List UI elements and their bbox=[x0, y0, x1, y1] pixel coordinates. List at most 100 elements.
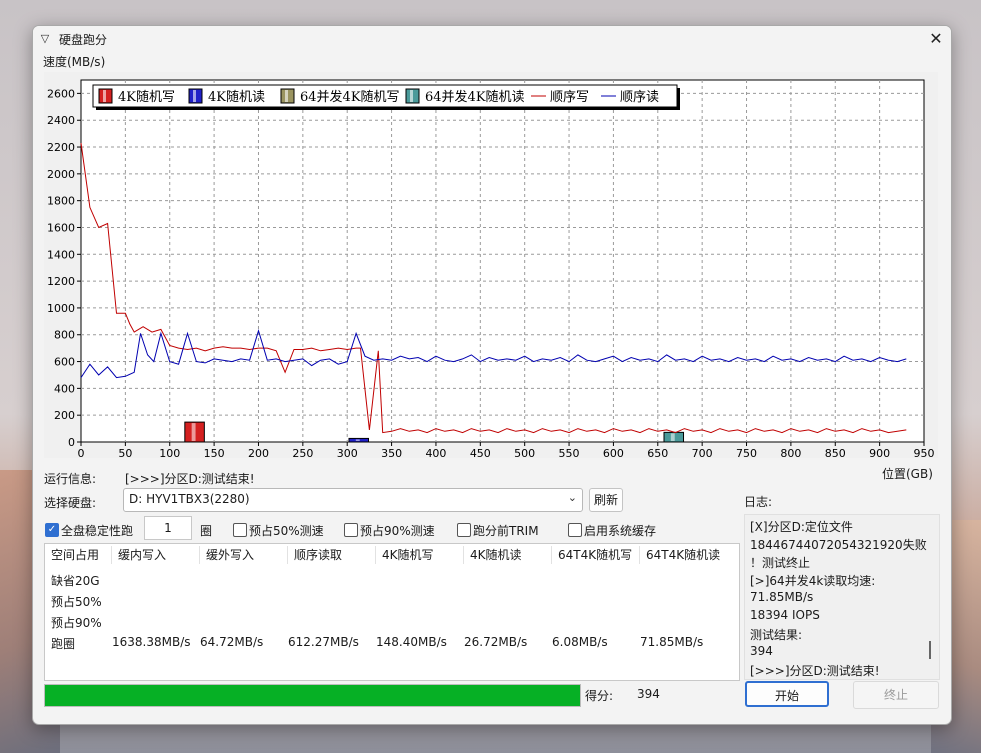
bar-highlight bbox=[670, 433, 675, 441]
table-row-label: 缺省20G bbox=[51, 574, 100, 588]
x-tick-label: 550 bbox=[559, 447, 580, 458]
disk-select[interactable]: D: HYV1TBX3(2280) ⌄ bbox=[123, 488, 583, 512]
progress-bar bbox=[44, 684, 581, 707]
full-disk-label: 全盘稳定性跑 bbox=[61, 524, 134, 538]
pre90-label: 预占90%测速 bbox=[360, 524, 435, 538]
score-value: 394 bbox=[637, 687, 660, 701]
bar-highlight bbox=[191, 423, 196, 441]
x-tick-label: 350 bbox=[381, 447, 402, 458]
x-tick-label: 0 bbox=[78, 447, 85, 458]
x-tick-label: 650 bbox=[647, 447, 668, 458]
refresh-button[interactable]: 刷新 bbox=[589, 488, 623, 512]
x-tick-label: 250 bbox=[292, 447, 313, 458]
pre50-label: 预占50%测速 bbox=[249, 524, 324, 538]
benchmark-window: ▽ 硬盘跑分 ✕ 速度(MB/s) 0 50 100 150 200 250 300 350 4… bbox=[32, 25, 952, 725]
x-tick-label: 150 bbox=[204, 447, 225, 458]
x-axis-title: 位置(GB) bbox=[882, 467, 933, 481]
x-tick-label: 700 bbox=[692, 447, 713, 458]
close-icon[interactable]: ✕ bbox=[925, 28, 947, 50]
table-header: 4K随机写 bbox=[376, 546, 464, 564]
log-line: 18446744072054321920失败 bbox=[750, 538, 927, 552]
x-tick-label: 300 bbox=[337, 447, 358, 458]
chevron-down-icon: ⌄ bbox=[567, 491, 577, 504]
pre90-checkbox[interactable] bbox=[344, 523, 358, 537]
x-tick-label: 50 bbox=[118, 447, 132, 458]
legend-swatch-highlight bbox=[285, 90, 288, 102]
table-cell: 71.85MB/s bbox=[640, 635, 704, 649]
table-header: 缓内写入 bbox=[112, 546, 200, 564]
y-axis-title: 速度(MB/s) bbox=[43, 55, 106, 69]
trim-label: 跑分前TRIM bbox=[473, 524, 539, 538]
x-tick-label: 800 bbox=[780, 447, 801, 458]
rounds-input[interactable]: 1 bbox=[144, 516, 192, 540]
table-header: 缓外写入 bbox=[200, 546, 288, 564]
log-line: 测试结果: bbox=[750, 628, 803, 642]
plot-area bbox=[80, 79, 925, 443]
system-cache-checkbox[interactable] bbox=[568, 523, 582, 537]
table-cell: 6.08MB/s bbox=[552, 635, 608, 649]
x-tick-label: 950 bbox=[914, 447, 935, 458]
log-line: 394 bbox=[750, 644, 773, 658]
legend-label: 4K随机写 bbox=[118, 90, 175, 105]
y-tick-label: 200 bbox=[54, 409, 75, 422]
table-cell: 26.72MB/s bbox=[464, 635, 528, 649]
x-tick-label: 100 bbox=[159, 447, 180, 458]
log-panel[interactable]: [X]分区D:定位文件 18446744072054321920失败 ！测试终止… bbox=[744, 514, 940, 680]
run-info-value: [>>>]分区D:测试结束! bbox=[125, 472, 255, 486]
legend-label: 64并发4K随机读 bbox=[425, 89, 525, 105]
table-row-label: 预占50% bbox=[51, 595, 102, 609]
disk-select-value: D: HYV1TBX3(2280) bbox=[129, 492, 250, 506]
speed-chart: 0 50 100 150 200 250 300 350 400 450 500 550 600 650 7… bbox=[47, 79, 935, 460]
x-tick-label: 500 bbox=[514, 447, 535, 458]
x-tick-label: 750 bbox=[736, 447, 757, 458]
x-tick-label: 200 bbox=[248, 447, 269, 458]
run-info-label: 运行信息: bbox=[44, 472, 97, 486]
score-label: 得分: bbox=[585, 689, 614, 703]
table-row-label: 跑圈 bbox=[51, 637, 76, 651]
legend-swatch-highlight bbox=[193, 90, 196, 102]
table-header: 空间占用 bbox=[45, 546, 112, 564]
rounds-unit: 圈 bbox=[200, 524, 213, 538]
start-button[interactable]: 开始 bbox=[745, 681, 829, 707]
window-title: 硬盘跑分 bbox=[59, 33, 108, 47]
legend-swatch-highlight bbox=[410, 90, 413, 102]
table-cell: 1638.38MB/s bbox=[112, 635, 191, 649]
y-tick-label: 1600 bbox=[47, 221, 75, 234]
table-cell: 612.27MB/s bbox=[288, 635, 359, 649]
table-header: 顺序读取 bbox=[288, 546, 376, 564]
log-label: 日志: bbox=[744, 495, 773, 509]
log-scrollbar[interactable] bbox=[929, 641, 931, 659]
y-tick-label: 1800 bbox=[47, 195, 75, 208]
log-line: 71.85MB/s bbox=[750, 590, 814, 604]
legend-label: 4K随机读 bbox=[208, 90, 265, 105]
disk-select-label: 选择硬盘: bbox=[44, 496, 97, 510]
trim-checkbox[interactable] bbox=[457, 523, 471, 537]
pre50-checkbox[interactable] bbox=[233, 523, 247, 537]
speed-chart-panel: 0 50 100 150 200 250 300 350 400 450 500 550 600 650 7… bbox=[44, 72, 938, 460]
table-header: 64T4K随机读 bbox=[646, 548, 721, 562]
y-tick-label: 1400 bbox=[47, 248, 75, 261]
log-line: [>>>]分区D:测试结束! bbox=[750, 664, 880, 678]
legend-swatch-highlight bbox=[103, 90, 106, 102]
y-tick-label: 400 bbox=[54, 382, 75, 395]
full-disk-checkbox[interactable]: ✓ bbox=[45, 523, 59, 537]
log-line: 18394 IOPS bbox=[750, 608, 820, 622]
table-cell: 148.40MB/s bbox=[376, 635, 447, 649]
x-tick-label: 450 bbox=[470, 447, 491, 458]
y-tick-label: 800 bbox=[54, 329, 75, 342]
stop-button[interactable]: 终止 bbox=[853, 681, 939, 709]
log-line: [X]分区D:定位文件 bbox=[750, 520, 853, 534]
x-tick-label: 850 bbox=[825, 447, 846, 458]
system-cache-label: 启用系统缓存 bbox=[584, 524, 657, 538]
results-table: 空间占用 缓内写入 缓外写入 顺序读取 4K随机写 4K随机读 64T4K随机写… bbox=[44, 543, 740, 681]
x-tick-label: 600 bbox=[603, 447, 624, 458]
x-tick-label: 900 bbox=[869, 447, 890, 458]
title-bar[interactable]: ▽ 硬盘跑分 ✕ bbox=[33, 26, 951, 52]
table-header: 64T4K随机写 bbox=[552, 546, 640, 564]
log-line: ！测试终止 bbox=[750, 556, 811, 570]
table-header: 4K随机读 bbox=[464, 546, 552, 564]
table-row-label: 预占90% bbox=[51, 616, 102, 630]
table-cell: 64.72MB/s bbox=[200, 635, 264, 649]
legend-label: 顺序写 bbox=[550, 90, 589, 105]
legend-label: 顺序读 bbox=[620, 90, 659, 105]
